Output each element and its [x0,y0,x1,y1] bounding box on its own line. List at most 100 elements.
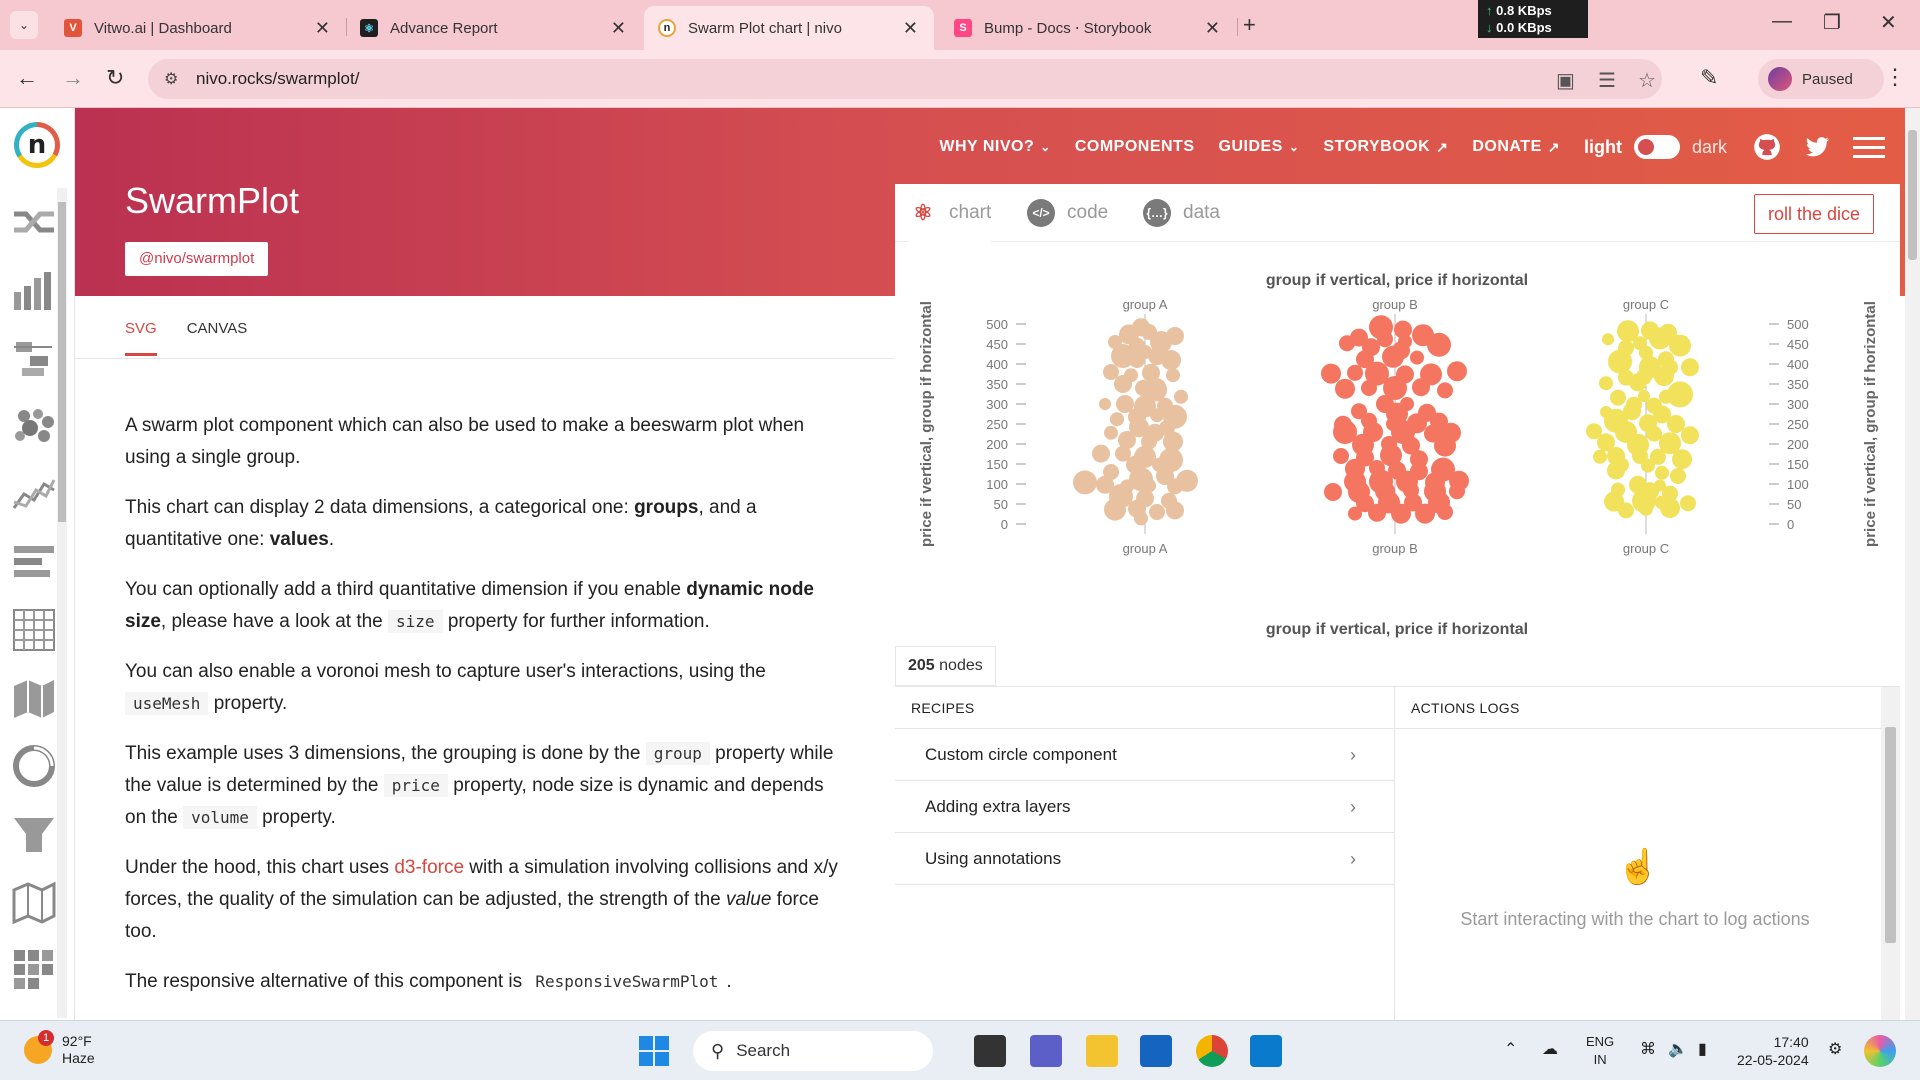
onedrive-icon[interactable]: ☁ [1542,1039,1558,1059]
chevron-right-icon: › [1350,849,1356,869]
rail-scrollbar[interactable] [57,188,67,1018]
swarm-node [1161,350,1181,370]
swarm-node [1641,458,1655,473]
tab-chart[interactable]: ⚛ chart [909,184,992,242]
back-icon[interactable]: ← [16,65,38,91]
url-text[interactable]: nivo.rocks/swarmplot/ [196,69,359,89]
browser-menu-icon[interactable]: ⋮ [1884,64,1906,90]
tray-overflow-icon[interactable]: ⌃ [1504,1039,1517,1059]
y-tick-label-right: 450 [1787,337,1809,352]
microsoft-store-icon[interactable] [1140,1035,1172,1067]
stream-chart-icon[interactable] [12,540,56,584]
close-icon[interactable]: ✕ [611,18,626,39]
close-icon[interactable]: ✕ [315,18,330,39]
nav-donate[interactable]: DONATE ↗ [1472,138,1560,156]
heatmap-icon[interactable] [12,608,56,652]
task-view-icon[interactable] [974,1035,1006,1067]
swarm-node [1174,389,1188,404]
bar-chart-icon[interactable] [12,268,56,312]
tab-canvas[interactable]: CANVAS [187,320,248,356]
avatar [1768,67,1792,91]
choropleth-icon[interactable] [12,676,56,720]
funnel-icon[interactable] [12,812,56,856]
teams-icon[interactable] [1030,1035,1062,1067]
d3-force-link[interactable]: d3-force [394,857,464,878]
swarm-node [1646,425,1662,442]
bookmark-star-icon[interactable]: ☆ [1638,68,1656,93]
line-chart-icon[interactable] [12,472,56,516]
swarm-node [1166,368,1180,383]
twitter-icon[interactable] [1803,133,1831,161]
radial-bar-icon[interactable] [12,744,56,788]
profile-button[interactable]: Paused [1758,59,1884,99]
address-bar[interactable]: ⚙ nivo.rocks/swarmplot/ ▣ ☰ ☆ [148,59,1662,99]
swarm-node [1607,461,1625,480]
windows-start-icon[interactable] [638,1035,670,1067]
close-icon[interactable]: ✕ [1205,18,1220,39]
language-indicator[interactable]: ENG IN [1586,1033,1614,1069]
nav-components[interactable]: COMPONENTS [1075,138,1195,156]
reload-icon[interactable]: ↻ [106,65,124,91]
boxplot-icon[interactable] [12,336,56,380]
file-explorer-icon[interactable] [1086,1035,1118,1067]
tab-search-icon[interactable]: ⌄ [10,11,38,39]
install-app-icon[interactable]: ▣ [1556,68,1575,93]
swarmplot-icon[interactable] [12,404,56,448]
volume-icon[interactable]: 🔈 [1668,1039,1688,1059]
new-tab-icon[interactable]: + [1243,12,1256,38]
extensions-icon[interactable]: ✎ [1700,65,1718,91]
restore-icon[interactable]: ❐ [1823,10,1841,35]
battery-icon[interactable]: ▮ [1698,1039,1707,1059]
minimize-icon[interactable]: — [1772,10,1792,33]
swarm-node [1166,327,1184,345]
recipe-item[interactable]: Using annotations › [895,833,1394,885]
package-badge[interactable]: @nivo/swarmplot [125,242,269,276]
vscode-icon[interactable] [1250,1035,1282,1067]
nav-storybook[interactable]: STORYBOOK ↗ [1323,138,1448,156]
page-scrollbar[interactable] [1905,108,1920,1020]
recipe-item[interactable]: Adding extra layers › [895,781,1394,833]
browser-tab-advance-report[interactable]: ⚛ Advance Report ✕ [346,6,642,50]
recipe-item[interactable]: Custom circle component › [895,729,1394,781]
translate-icon[interactable]: ☰ [1598,68,1616,93]
nav-guides[interactable]: GUIDES ⌄ [1219,138,1300,156]
nav-why-nivo[interactable]: WHY NIVO? ⌄ [939,138,1050,156]
description-paragraph: You can also enable a voronoi mesh to ca… [125,661,766,715]
tab-data[interactable]: {…} data [1143,184,1220,242]
theme-toggle[interactable] [1633,135,1680,159]
bump-chart-icon[interactable] [12,200,56,244]
browser-tab-storybook[interactable]: S Bump - Docs ⋅ Storybook ✕ [940,6,1236,50]
waffle-icon[interactable] [12,948,56,992]
close-icon[interactable]: ✕ [903,18,918,39]
system-clock[interactable]: 17:40 22-05-2024 [1737,1033,1809,1069]
taskbar-search[interactable]: ⚲ Search [693,1031,933,1071]
geomap-icon[interactable] [12,880,56,924]
weather-widget[interactable]: 1 92°F Haze [24,1030,95,1067]
browser-tab-vitwo[interactable]: V Vitwo.ai | Dashboard ✕ [50,6,346,50]
swarm-node [1135,380,1151,396]
swarm-node [1321,363,1341,384]
swarm-plot-chart[interactable]: group if vertical, price if horizontal gr… [895,242,1900,650]
roll-the-dice-button[interactable]: roll the dice [1754,194,1875,234]
actions-logs-heading: ACTIONS LOGS [1395,687,1900,729]
logs-scrollbar[interactable] [1881,687,1900,1021]
theme-switch[interactable]: light dark [1584,135,1727,159]
tab-svg[interactable]: SVG [125,320,157,356]
chrome-icon[interactable] [1196,1035,1228,1067]
y-tick-label-right: 200 [1787,437,1809,452]
nivo-logo[interactable]: n [14,122,60,168]
wifi-icon[interactable]: ⌘ [1640,1039,1656,1059]
external-link-icon: ↗ [1547,138,1560,155]
code-size: size [388,610,443,633]
tab-code[interactable]: </> code [1027,184,1108,242]
copilot-icon[interactable] [1864,1035,1896,1067]
swarm-node [1335,378,1355,399]
notification-icon[interactable]: ⚙ [1828,1039,1842,1059]
menu-icon[interactable] [1853,131,1885,164]
chevron-right-icon: › [1350,745,1356,765]
forward-icon[interactable]: → [62,65,84,91]
github-icon[interactable] [1753,133,1781,161]
site-info-icon[interactable]: ⚙ [164,69,178,89]
browser-tab-swarmplot[interactable]: n Swarm Plot chart | nivo ✕ [644,6,934,50]
window-close-icon[interactable]: ✕ [1880,10,1897,35]
